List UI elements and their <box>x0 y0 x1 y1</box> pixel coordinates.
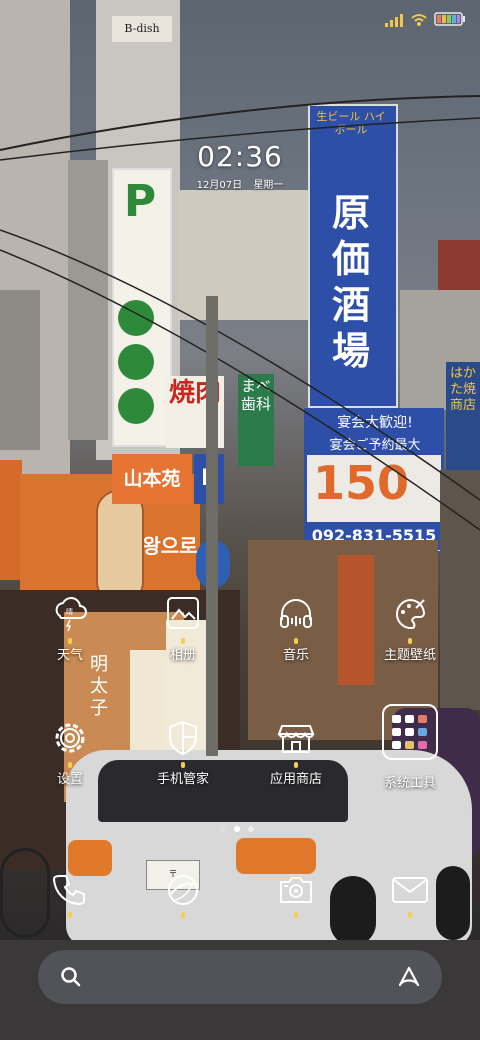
store-icon <box>276 718 316 768</box>
app-label: 主题壁纸 <box>383 648 436 663</box>
app-gallery[interactable]: 相册 <box>133 594 233 663</box>
dock-browser[interactable] <box>133 870 233 918</box>
phone-icon <box>50 870 90 918</box>
app-label: 相册 <box>169 648 196 663</box>
app-settings[interactable]: 设置 <box>20 718 120 787</box>
palette-icon <box>390 594 430 644</box>
app-phone-manager[interactable]: 手机管家 <box>133 718 233 787</box>
search-bar[interactable] <box>38 950 442 1004</box>
app-label: 应用商店 <box>269 772 322 787</box>
shield-icon <box>163 718 203 768</box>
dock-mail[interactable] <box>360 870 460 918</box>
clock-weekday: 星期一 <box>253 180 284 191</box>
signal-bars-icon <box>384 12 404 31</box>
app-store[interactable]: 应用商店 <box>246 718 346 787</box>
app-weather[interactable]: 晴 天气 <box>20 594 120 663</box>
search-icon[interactable] <box>60 966 82 992</box>
app-label: 系统工具 <box>383 776 436 791</box>
browser-icon <box>163 870 203 918</box>
app-themes[interactable]: 主题壁纸 <box>360 594 460 663</box>
app-label: 手机管家 <box>156 772 209 787</box>
page-dot-active <box>234 826 240 832</box>
page-dot-list <box>220 828 226 830</box>
dock-camera[interactable] <box>246 870 346 918</box>
assistant-icon[interactable] <box>396 965 422 993</box>
headphones-icon <box>276 594 316 644</box>
gear-icon <box>50 718 90 768</box>
wifi-icon <box>410 12 428 31</box>
page-indicator[interactable] <box>220 826 254 832</box>
mail-icon <box>390 870 430 918</box>
app-label: 音乐 <box>282 648 309 663</box>
app-folder-system-tools[interactable]: 系统工具 <box>360 704 460 791</box>
dock-phone[interactable] <box>20 870 120 918</box>
app-label: 天气 <box>56 648 83 663</box>
clock-time: 02:36 <box>197 140 283 173</box>
folder-icon <box>382 704 438 760</box>
clock-widget[interactable]: 02:36 12月07日 星期一 <box>0 140 480 191</box>
battery-icon <box>434 11 466 31</box>
weather-icon: 晴 <box>50 594 90 644</box>
gallery-icon <box>163 594 203 644</box>
clock-date: 12月07日 <box>196 180 243 191</box>
camera-icon <box>276 870 316 918</box>
app-music[interactable]: 音乐 <box>246 594 346 663</box>
clock-date-line: 12月07日 星期一 <box>0 176 480 191</box>
app-label: 设置 <box>56 772 83 787</box>
status-bar <box>384 12 466 30</box>
page-dot <box>248 826 254 832</box>
svg-text:晴: 晴 <box>66 607 73 616</box>
